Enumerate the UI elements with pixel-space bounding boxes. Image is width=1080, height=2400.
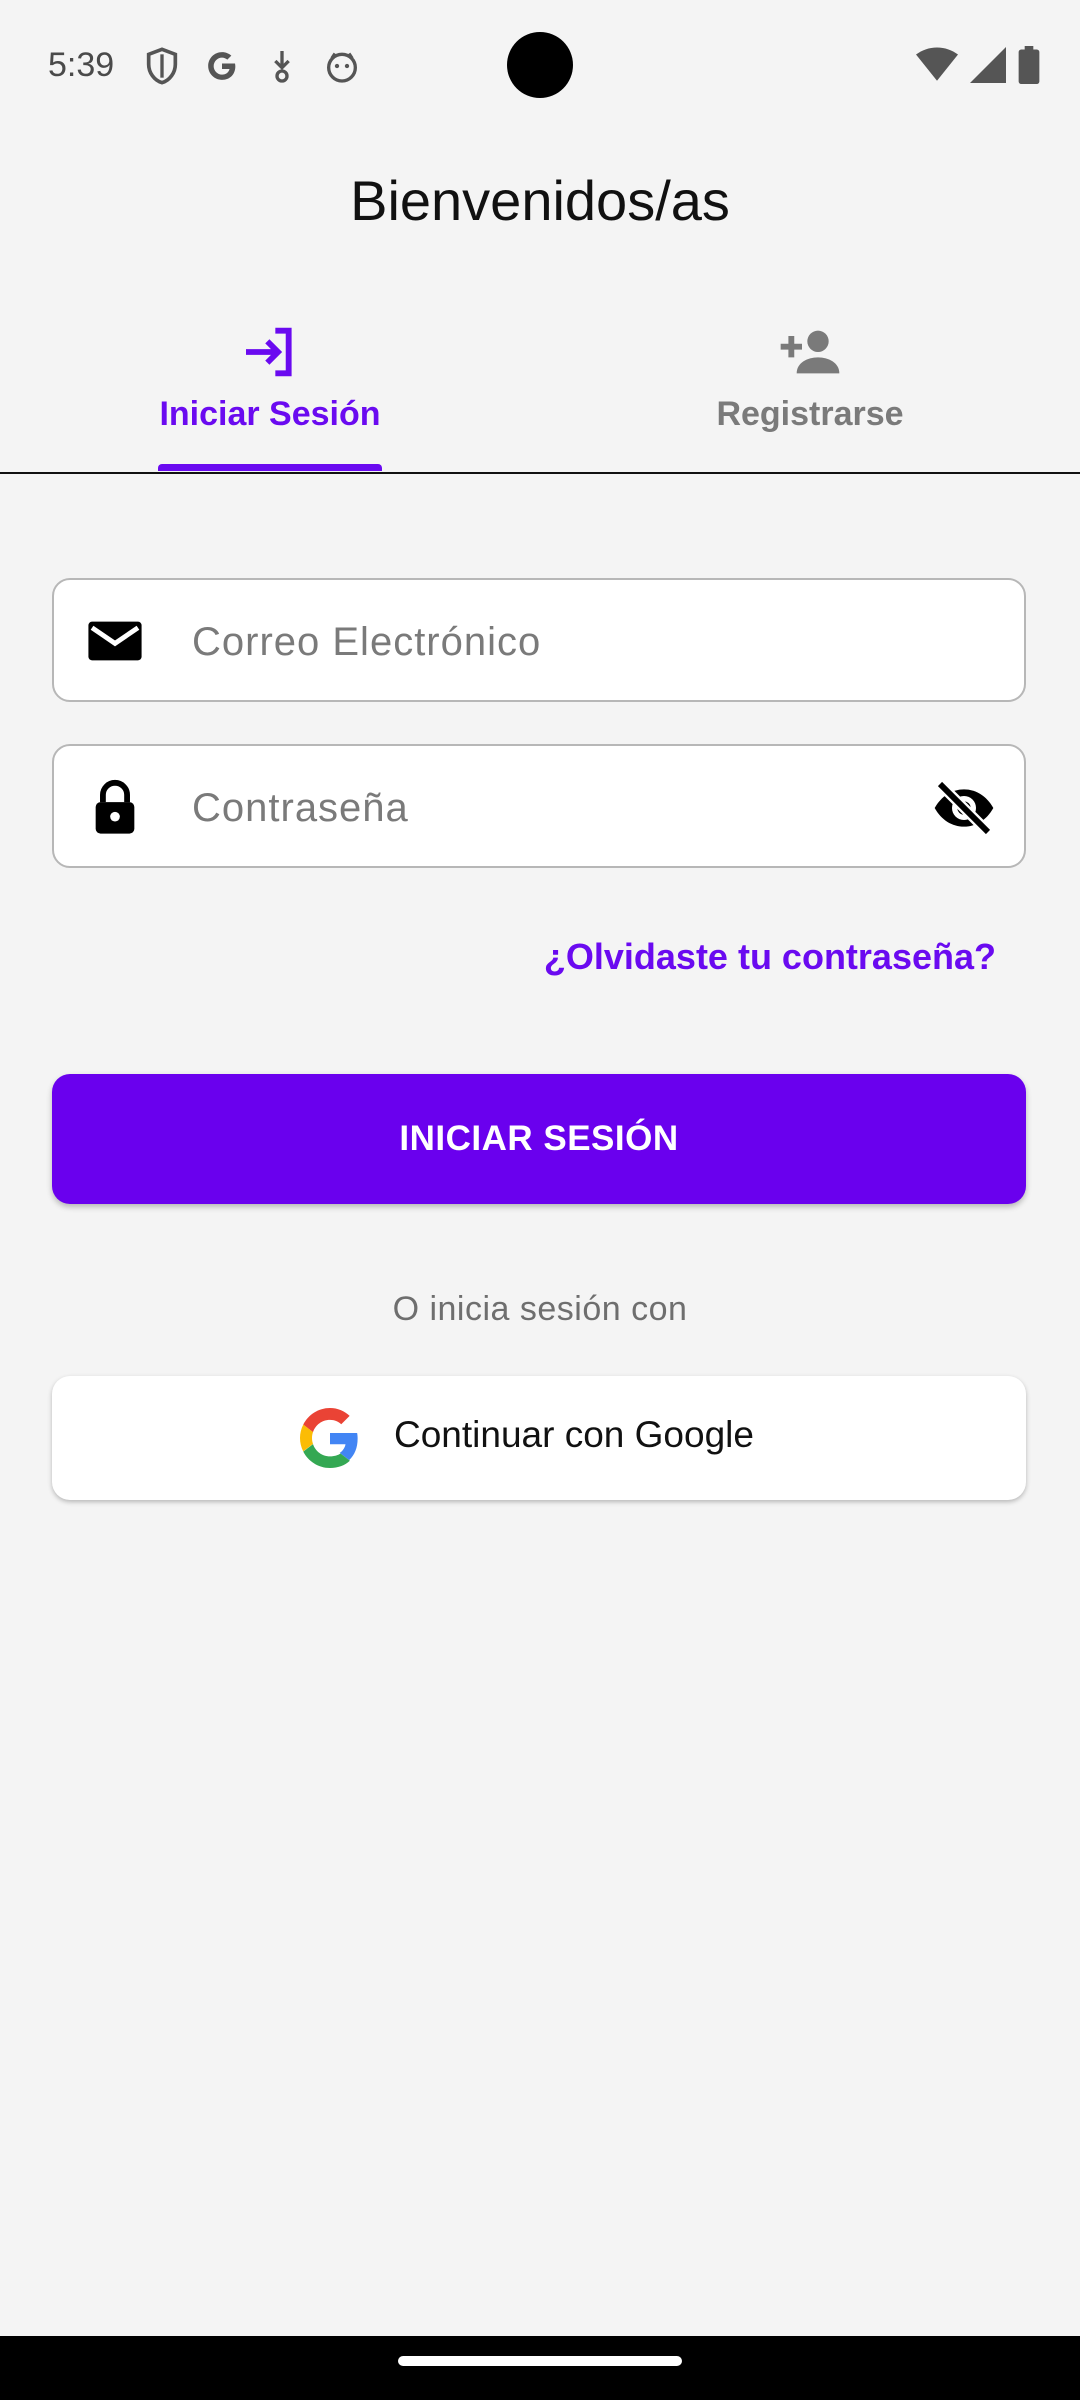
cat-face-icon xyxy=(327,52,357,83)
wifi-icon xyxy=(916,47,958,81)
tab-login[interactable]: Iniciar Sesión xyxy=(0,300,540,472)
cell-signal-icon xyxy=(970,47,1006,83)
auth-tab-bar: Iniciar Sesión Registrarse xyxy=(0,300,1080,474)
password-field[interactable] xyxy=(52,744,1026,868)
google-login-button[interactable]: Continuar con Google xyxy=(52,1376,1026,1500)
mail-icon xyxy=(88,621,142,661)
person-add-icon xyxy=(780,330,840,374)
shield-icon xyxy=(146,47,178,85)
front-camera xyxy=(507,32,573,98)
system-icons xyxy=(916,46,1040,84)
login-icon xyxy=(246,327,292,377)
google-logo-icon xyxy=(300,1408,358,1468)
page-title: Bienvenidos/as xyxy=(350,169,730,232)
email-field[interactable] xyxy=(52,578,1026,702)
google-g-icon xyxy=(208,52,236,80)
notification-icons xyxy=(142,46,362,86)
forgot-password-link[interactable]: ¿Olvidaste tu contraseña? xyxy=(544,936,996,978)
lock-icon xyxy=(95,779,135,834)
status-bar: 5:39 xyxy=(0,0,1080,130)
alt-login-caption: O inicia sesión con xyxy=(392,1290,688,1328)
tab-register-label: Registrarse xyxy=(716,395,904,433)
download-arrow-icon xyxy=(274,51,290,83)
visibility-off-icon[interactable] xyxy=(932,776,996,840)
password-input[interactable] xyxy=(190,764,954,852)
tab-login-label: Iniciar Sesión xyxy=(159,395,381,433)
active-tab-indicator xyxy=(158,464,382,471)
login-button[interactable]: INICIAR SESIÓN xyxy=(52,1074,1026,1204)
battery-icon xyxy=(1018,46,1040,84)
system-nav-bar xyxy=(0,2336,1080,2400)
email-input[interactable] xyxy=(190,598,954,686)
tab-register[interactable]: Registrarse xyxy=(540,300,1080,472)
google-login-label: Continuar con Google xyxy=(394,1414,754,1455)
status-time: 5:39 xyxy=(48,46,115,84)
home-gesture-handle[interactable] xyxy=(398,2356,682,2366)
